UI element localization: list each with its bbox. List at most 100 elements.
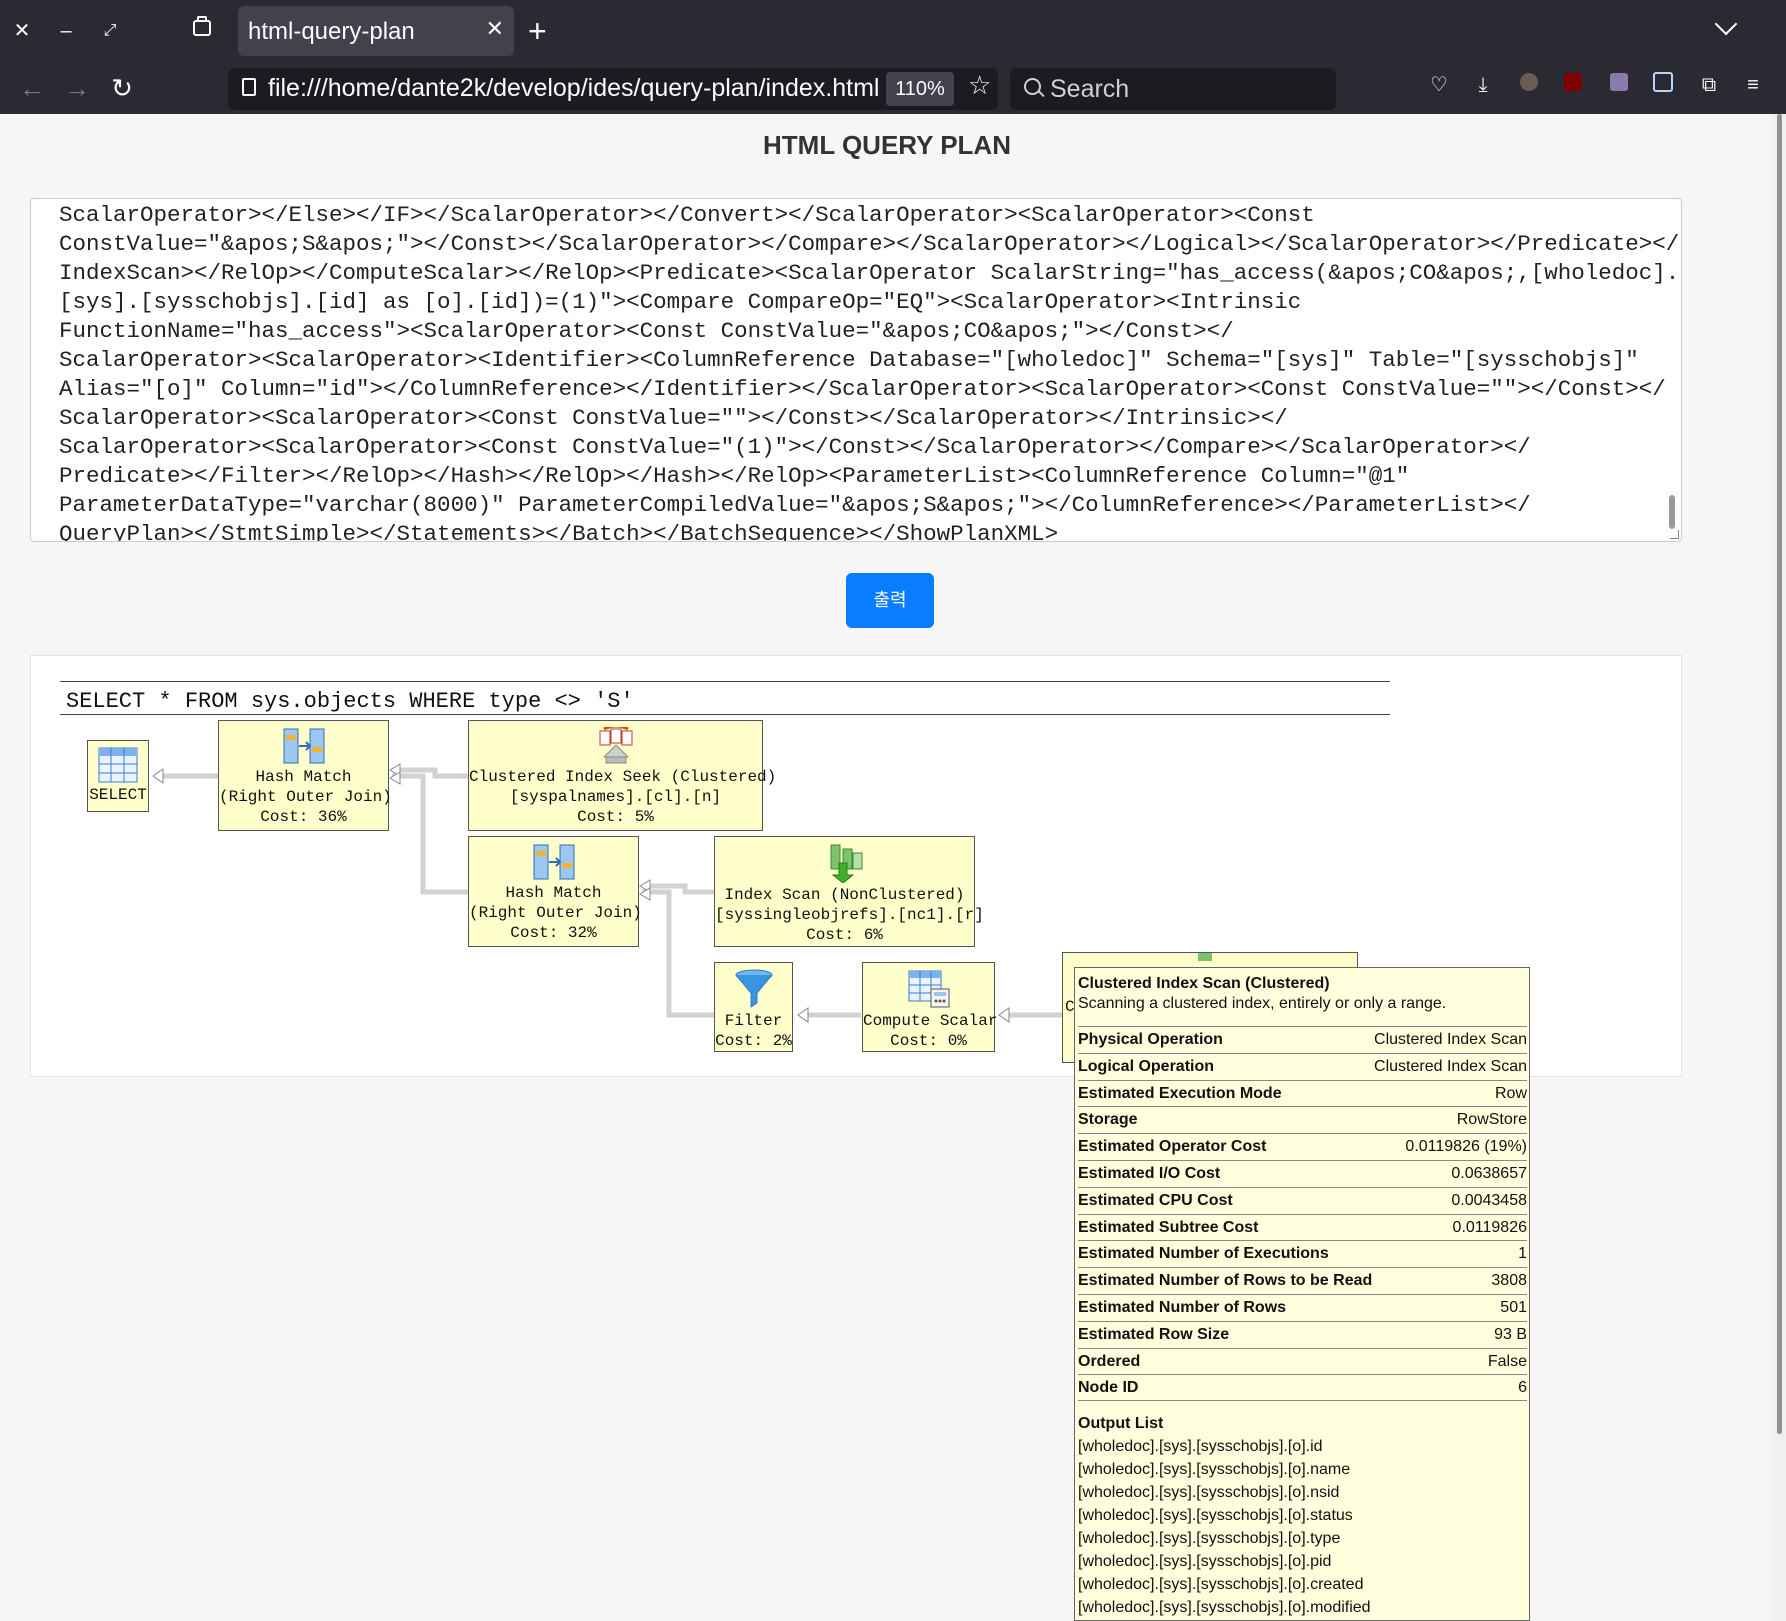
property-value: False: [1487, 1352, 1527, 1370]
property-key: Storage: [1078, 1111, 1138, 1129]
plan-node-clustered-index-seek[interactable]: Clustered Index Seek (Clustered) [syspal…: [468, 720, 776, 831]
output-list-item: [wholedoc].[sys].[sysschobjs].[o].create…: [1078, 1576, 1364, 1594]
xml-line: ScalarOperator><ScalarOperator><Identifi…: [59, 347, 1639, 373]
maximize-icon[interactable]: ⤢: [98, 14, 122, 48]
plan-node-filter[interactable]: Filter Cost: 2%: [714, 962, 793, 1052]
property-value: 0.0043458: [1451, 1191, 1527, 1209]
hash-match-icon: [533, 844, 574, 880]
output-list: [wholedoc].[sys].[sysschobjs].[o].id [who…: [1078, 1435, 1527, 1619]
output-list-title: Output List: [1078, 1415, 1164, 1433]
tab-title: html-query-plan: [248, 18, 415, 45]
node-sublabel: [syspalnames].[cl].[n]: [509, 788, 722, 806]
xml-textarea[interactable]: ScalarOperator></Else></IF></ScalarOpera…: [30, 198, 1682, 542]
forward-icon[interactable]: →: [57, 68, 97, 108]
property-value: 1: [1518, 1245, 1527, 1263]
tooltip-property-row: Estimated Row Size 93 B: [1078, 1320, 1527, 1348]
property-value: 3808: [1491, 1272, 1527, 1290]
xml-line: ScalarOperator><ScalarOperator><Const Co…: [59, 405, 1288, 431]
node-label: Hash Match: [255, 768, 352, 786]
arrowhead-filter: [797, 1007, 809, 1023]
arrow-filter-hash2: [642, 889, 714, 1018]
menu-icon[interactable]: ≡: [1740, 72, 1766, 98]
url-bar[interactable]: file:///home/dante2k/develop/ides/query-…: [228, 68, 998, 110]
arrowhead-select: [152, 768, 164, 784]
arrowhead-compute: [998, 1007, 1010, 1023]
xml-line: ParameterDataType="varchar(8000)" Parame…: [59, 492, 1531, 518]
xml-content[interactable]: ScalarOperator></Else></IF></ScalarOpera…: [59, 201, 1680, 541]
node-sublabel: (Right Outer Join): [219, 788, 392, 806]
container-icon[interactable]: [1650, 72, 1676, 98]
page-scrollbar-thumb[interactable]: [1777, 114, 1782, 1434]
property-key: Physical Operation: [1078, 1031, 1223, 1048]
render-button[interactable]: 출력: [846, 573, 934, 628]
property-key: Node ID: [1078, 1379, 1139, 1397]
property-key: Estimated Number of Executions: [1078, 1245, 1329, 1263]
tab-list-icon[interactable]: [193, 16, 211, 36]
arrow-hash2-hash1: [392, 773, 468, 895]
node-label: Hash Match: [505, 884, 602, 902]
property-key: Estimated Number of Rows: [1078, 1298, 1287, 1316]
plan-node-select[interactable]: SELECT: [87, 740, 149, 812]
tooltip-property-row: Estimated I/O Cost 0.0638657: [1078, 1159, 1527, 1187]
xml-line: ConstValue="&apos;S&apos;"></Const></Sca…: [59, 231, 1680, 257]
new-tab-icon[interactable]: +: [528, 14, 547, 48]
tab-close-icon[interactable]: ✕: [486, 16, 504, 42]
select-table-icon: [98, 747, 138, 783]
account-avatar-icon[interactable]: [1516, 72, 1542, 98]
bookmark-star-icon[interactable]: ☆: [968, 70, 991, 101]
tooltip-property-row: Ordered False: [1078, 1347, 1527, 1375]
extension-icon[interactable]: ⧉: [1696, 72, 1722, 98]
download-icon[interactable]: ⤓: [1470, 72, 1496, 98]
property-key: Estimated Operator Cost: [1078, 1138, 1267, 1156]
page-icon: [242, 78, 256, 96]
ublock-icon[interactable]: [1560, 72, 1586, 98]
minimize-icon[interactable]: –: [54, 14, 78, 48]
plan-node-compute-scalar[interactable]: Compute Scalar Cost: 0%: [862, 962, 997, 1052]
node-label: Index Scan (NonClustered): [724, 886, 965, 904]
back-icon[interactable]: ←: [12, 68, 52, 108]
close-icon[interactable]: ✕: [10, 14, 34, 48]
chevron-down-icon[interactable]: [1714, 12, 1738, 36]
compute-scalar-icon: [908, 970, 949, 1008]
property-key: Logical Operation: [1078, 1057, 1215, 1075]
property-key: Estimated Execution Mode: [1078, 1084, 1282, 1102]
pocket-icon[interactable]: ♡: [1426, 72, 1452, 98]
tooltip-property-row: Storage RowStore: [1078, 1106, 1527, 1133]
zoom-level[interactable]: 110%: [886, 72, 954, 106]
property-value: Clustered Index Scan: [1374, 1057, 1527, 1075]
search-input[interactable]: Search: [1010, 68, 1336, 110]
output-list-item: [wholedoc].[sys].[sysschobjs].[o].type: [1078, 1530, 1341, 1548]
tooltip-property-row: Estimated Execution Mode Row: [1078, 1079, 1527, 1107]
node-label: Filter: [724, 1012, 783, 1030]
tooltip-title: Clustered Index Scan (Clustered): [1078, 975, 1330, 992]
property-value: 0.0638657: [1451, 1164, 1527, 1182]
property-value: 0.0119826 (19%): [1405, 1138, 1527, 1156]
reload-icon[interactable]: ↻: [102, 68, 142, 108]
tab-active[interactable]: html-query-plan ✕: [238, 6, 514, 56]
output-list-item: [wholedoc].[sys].[sysschobjs].[o].nsid: [1078, 1484, 1340, 1502]
property-key: Estimated I/O Cost: [1078, 1164, 1221, 1182]
xml-line: ScalarOperator><ScalarOperator><Const Co…: [59, 434, 1531, 460]
output-list-item: [wholedoc].[sys].[sysschobjs].[o].pid: [1078, 1553, 1332, 1571]
node-sublabel: (Right Outer Join): [469, 904, 642, 922]
xml-line: Predicate></Filter></RelOp></Hash></RelO…: [59, 463, 1410, 489]
node-cost: Cost: 32%: [510, 924, 597, 942]
textarea-scrollbar[interactable]: [1669, 495, 1675, 529]
addon-icon[interactable]: [1606, 72, 1632, 98]
resize-handle[interactable]: [1670, 530, 1679, 539]
plan-node-hash-match-1[interactable]: Hash Match (Right Outer Join) Cost: 36%: [218, 720, 392, 831]
property-value: 6: [1518, 1379, 1527, 1397]
property-value: Row: [1494, 1084, 1527, 1102]
search-placeholder: Search: [1050, 75, 1130, 103]
xml-line: IndexScan></RelOp></ComputeScalar></RelO…: [59, 260, 1680, 286]
plan-node-index-scan[interactable]: Index Scan (NonClustered) [syssingleobjr…: [714, 836, 984, 947]
tooltip-property-row: Estimated Number of Rows 501: [1078, 1293, 1527, 1321]
index-scan-icon: [1198, 953, 1212, 961]
output-list-item: [wholedoc].[sys].[sysschobjs].[o].status: [1078, 1507, 1353, 1525]
filter-funnel-icon: [735, 969, 772, 1008]
url-text[interactable]: file:///home/dante2k/develop/ides/query-…: [268, 74, 908, 103]
plan-node-hash-match-2[interactable]: Hash Match (Right Outer Join) Cost: 32%: [468, 836, 642, 947]
xml-line: FunctionName="has_access"><ScalarOperato…: [59, 318, 1234, 344]
node-cost: Cost: 5%: [577, 808, 654, 826]
output-list-item: [wholedoc].[sys].[sysschobjs].[o].name: [1078, 1461, 1351, 1479]
